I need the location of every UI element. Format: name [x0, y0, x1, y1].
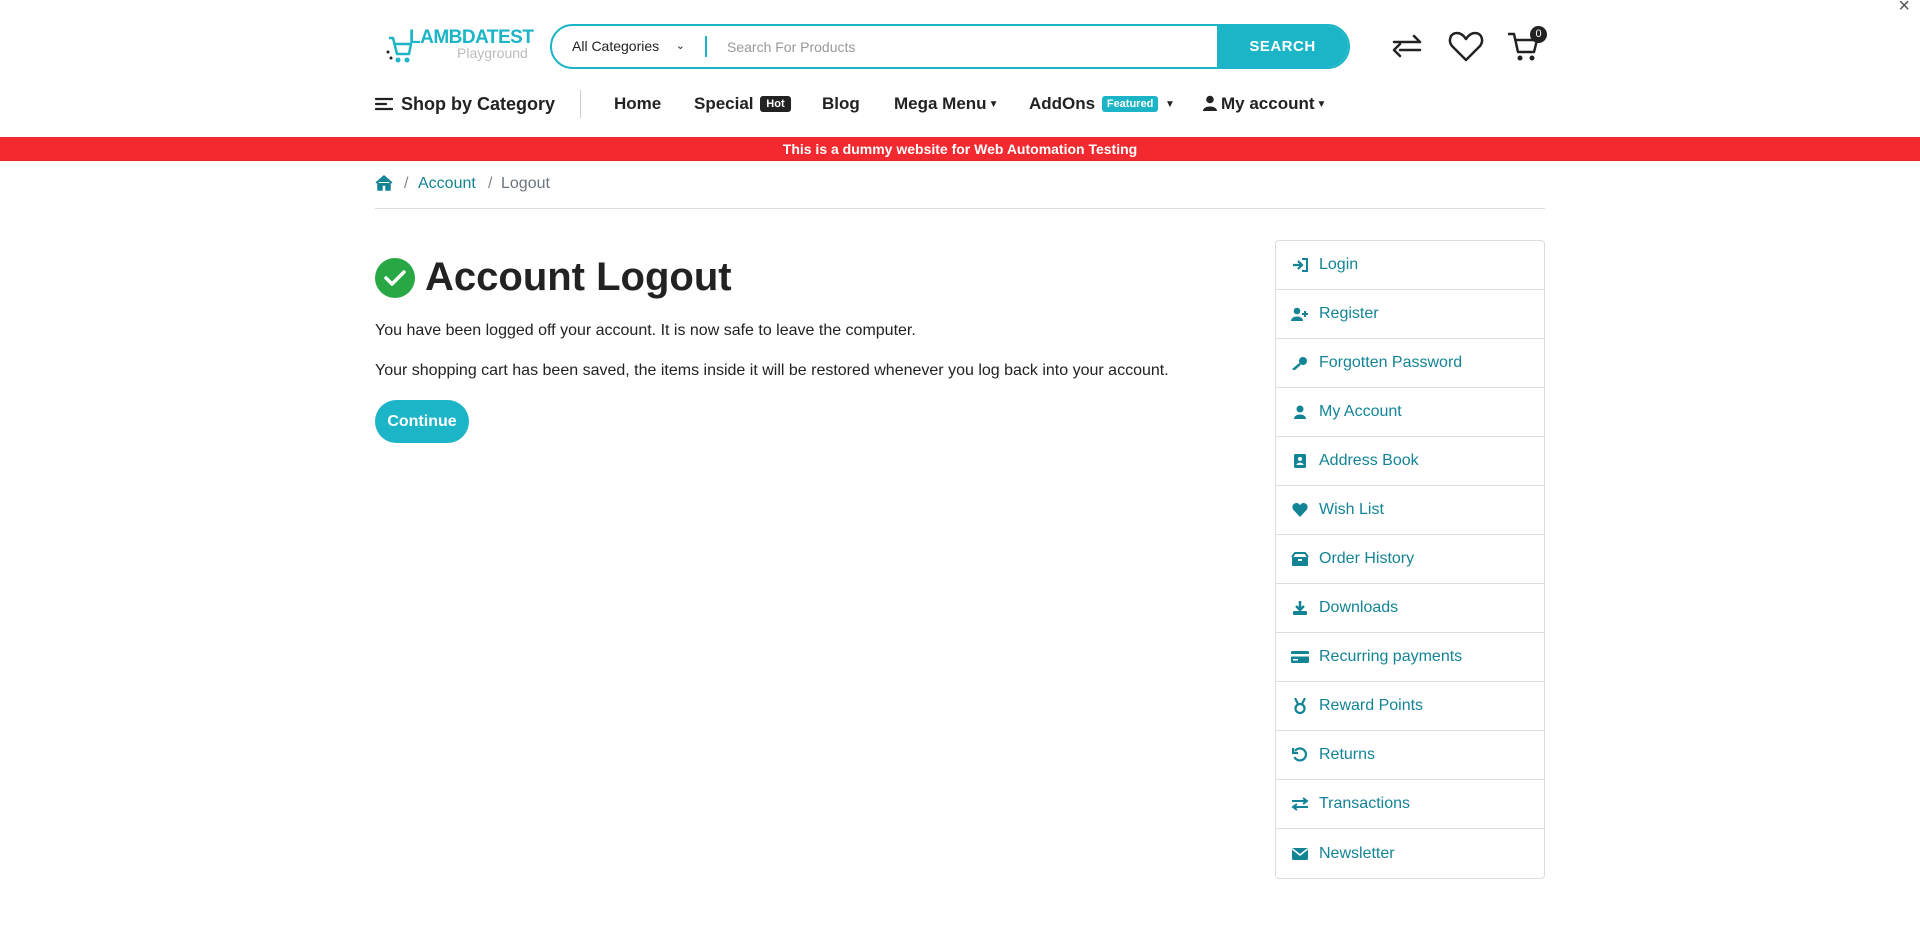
sidebar-item-label: Recurring payments — [1319, 648, 1463, 665]
credit-card-icon — [1291, 649, 1309, 665]
undo-icon — [1291, 747, 1309, 763]
user-plus-icon — [1291, 306, 1309, 322]
breadcrumb-separator: / — [488, 175, 493, 192]
sidebar-item-my-account[interactable]: My Account — [1276, 388, 1544, 437]
cart-icon[interactable]: 0 — [1505, 26, 1547, 64]
sidebar-item-order-history[interactable]: Order History — [1276, 535, 1544, 584]
nav-blog[interactable]: Blog — [822, 94, 860, 114]
logo[interactable]: LAMBDATEST Playground — [385, 24, 535, 74]
sidebar-item-login[interactable]: Login — [1276, 241, 1544, 290]
nav-special[interactable]: Special Hot — [694, 94, 791, 114]
nav-addons-label: AddOns — [1029, 94, 1096, 113]
user-icon — [1203, 95, 1217, 111]
page-title: Account Logout — [375, 255, 732, 300]
breadcrumb-account[interactable]: Account — [418, 175, 476, 193]
hot-badge: Hot — [760, 96, 791, 112]
logout-message: You have been logged off your account. I… — [375, 322, 916, 339]
user-icon — [1291, 404, 1309, 420]
sidebar-item-label: Transactions — [1319, 795, 1410, 812]
breadcrumb: / Account / Logout — [375, 173, 1545, 209]
sidebar-item-label: Newsletter — [1319, 844, 1395, 862]
nav-special-label: Special — [694, 94, 754, 113]
search-button[interactable]: SEARCH — [1217, 26, 1348, 67]
cart-saved-message: Your shopping cart has been saved, the i… — [375, 362, 1169, 379]
sidebar-item-label: Address Book — [1319, 452, 1419, 469]
caret-down-icon: ▼ — [988, 99, 999, 110]
nav-divider — [580, 90, 581, 118]
nav-my-account[interactable]: My account ▼ — [1203, 94, 1326, 114]
sidebar-item-label: Login — [1319, 256, 1359, 273]
breadcrumb-separator: / — [404, 175, 409, 192]
close-icon[interactable]: × — [1898, 0, 1910, 16]
sidebar-item-label: Register — [1319, 305, 1379, 322]
chevron-down-icon: ⌄ — [675, 40, 685, 52]
wishlist-heart-icon[interactable] — [1447, 28, 1485, 64]
featured-badge: Featured — [1101, 96, 1159, 112]
envelope-icon — [1291, 846, 1309, 862]
nav-mega-menu[interactable]: Mega Menu ▼ — [894, 94, 998, 114]
key-icon — [1291, 355, 1309, 371]
sidebar-item-reward-points[interactable]: Reward Points — [1276, 682, 1544, 731]
sidebar-item-wish-list[interactable]: Wish List — [1276, 486, 1544, 535]
caret-down-icon: ▼ — [1165, 99, 1175, 110]
sidebar-item-label: Reward Points — [1319, 697, 1424, 714]
menu-icon — [374, 95, 394, 116]
heart-icon — [1291, 502, 1309, 518]
nav-shop-by-category[interactable]: Shop by Category — [374, 94, 556, 116]
medal-icon — [1291, 698, 1309, 714]
nav-my-account-label: My account — [1221, 94, 1315, 113]
boxes-icon — [1291, 551, 1309, 567]
address-book-icon — [1291, 453, 1309, 469]
page-title-text: Account Logout — [425, 255, 732, 299]
sidebar-item-newsletter[interactable]: Newsletter — [1276, 829, 1544, 878]
sidebar-item-returns[interactable]: Returns — [1276, 731, 1544, 780]
sidebar-item-recurring-payments[interactable]: Recurring payments — [1276, 633, 1544, 682]
home-icon[interactable] — [375, 175, 393, 196]
sidebar-item-label: Returns — [1319, 746, 1376, 763]
sidebar-item-register[interactable]: Register — [1276, 290, 1544, 339]
nav-shop-label: Shop by Category — [401, 94, 556, 114]
main-nav: Shop by Category Home Special Hot Blog M… — [374, 86, 1545, 126]
search-bar: All Categories ⌄ SEARCH — [550, 24, 1350, 69]
logo-subtitle: Playground — [457, 45, 528, 61]
cart-count-badge: 0 — [1530, 26, 1547, 43]
compare-icon[interactable] — [1388, 28, 1426, 64]
sidebar-item-label: Order History — [1319, 550, 1415, 567]
sidebar-item-label: Downloads — [1319, 599, 1399, 616]
download-icon — [1291, 600, 1309, 616]
account-sidebar: Login Register Forgotten Password My Acc… — [1275, 240, 1545, 879]
nav-mega-menu-label: Mega Menu — [894, 94, 987, 113]
caret-down-icon: ▼ — [1316, 99, 1327, 110]
category-select-value: All Categories — [572, 38, 660, 54]
category-select[interactable]: All Categories ⌄ — [552, 26, 707, 67]
sidebar-item-downloads[interactable]: Downloads — [1276, 584, 1544, 633]
sidebar-item-label: Wish List — [1319, 501, 1384, 518]
nav-addons[interactable]: AddOns Featured ▼ — [1029, 94, 1175, 114]
continue-button[interactable]: Continue — [375, 400, 469, 443]
sidebar-item-label: My Account — [1319, 403, 1402, 420]
sign-in-icon — [1291, 257, 1309, 273]
nav-home[interactable]: Home — [614, 94, 661, 114]
sidebar-item-forgotten-password[interactable]: Forgotten Password — [1276, 339, 1544, 388]
check-circle-icon — [375, 257, 415, 298]
header: LAMBDATEST Playground All Categories ⌄ S… — [375, 0, 1547, 92]
exchange-icon — [1291, 796, 1309, 812]
sidebar-item-address-book[interactable]: Address Book — [1276, 437, 1544, 486]
notice-banner: This is a dummy website for Web Automati… — [0, 137, 1920, 161]
sidebar-item-label: Forgotten Password — [1319, 354, 1463, 371]
search-input[interactable] — [707, 26, 1197, 67]
breadcrumb-current: Logout — [501, 175, 550, 192]
sidebar-item-transactions[interactable]: Transactions — [1276, 780, 1544, 829]
